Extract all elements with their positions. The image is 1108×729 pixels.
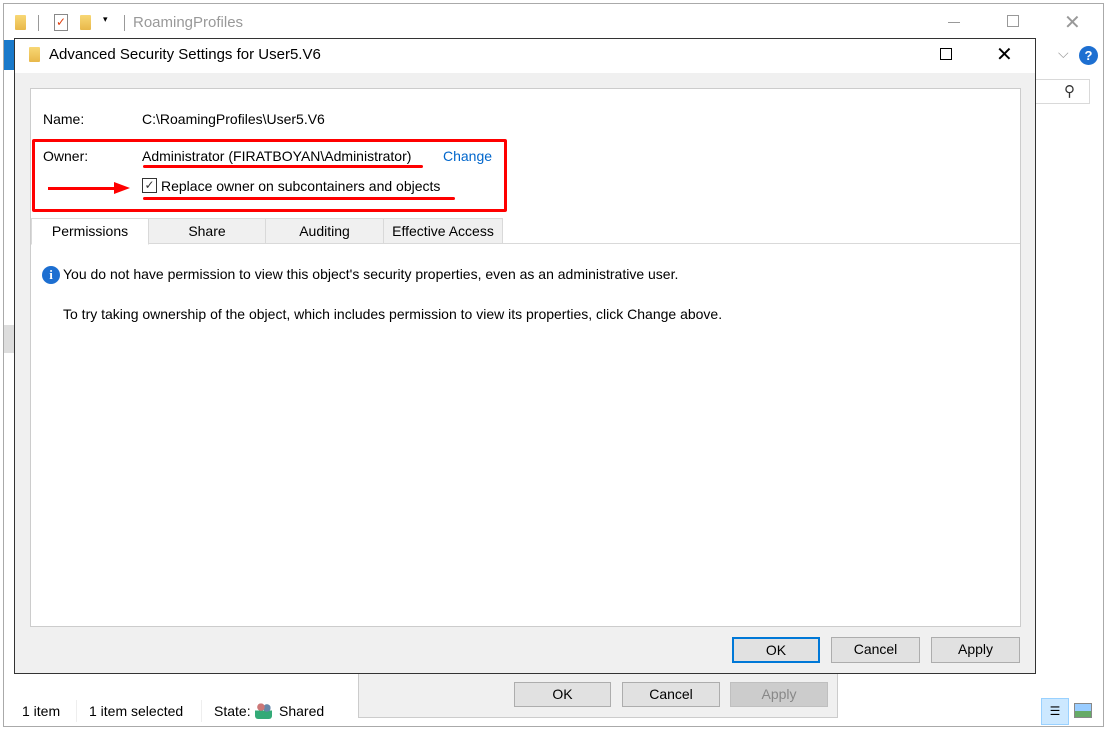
new-folder-icon[interactable] [80,15,91,30]
name-label: Name: [43,111,85,127]
properties-icon[interactable]: ✓ [54,14,68,31]
shared-users-icon [255,702,272,719]
separator [124,15,125,31]
expand-ribbon-icon[interactable]: ⌵ [1058,45,1069,62]
info-icon: i [42,266,60,284]
close-button[interactable]: ✕ [1064,10,1081,35]
name-value: C:\RoamingProfiles\User5.V6 [142,111,325,127]
tab-divider [148,243,1020,244]
annotation-underline [143,197,455,200]
tab-effective-access[interactable]: Effective Access [383,218,503,244]
folder-icon [29,47,40,62]
details-view-button[interactable]: ☰ [1041,698,1069,725]
back-apply-button: Apply [730,682,828,707]
annotation-box [32,139,507,212]
back-ok-button[interactable]: OK [514,682,611,707]
tab-auditing[interactable]: Auditing [265,218,384,244]
tab-permissions[interactable]: Permissions [31,218,149,245]
status-state-label: State: [214,703,251,719]
help-icon[interactable]: ? [1079,46,1098,65]
dialog-title: Advanced Security Settings for User5.V6 [49,46,321,63]
status-state-value: Shared [279,703,325,719]
nav-pane-selection [4,325,14,353]
separator [76,700,77,722]
search-icon: ⚲ [1064,83,1075,100]
separator [38,15,39,31]
tab-share[interactable]: Share [148,218,266,244]
back-cancel-button[interactable]: Cancel [622,682,720,707]
large-icons-view-button[interactable] [1074,703,1092,718]
status-selected: 1 item selected [89,703,184,719]
dialog-close-button[interactable]: ✕ [996,42,1013,67]
apply-button[interactable]: Apply [931,637,1020,663]
take-ownership-message: To try taking ownership of the object, w… [63,306,723,322]
status-item-count: 1 item [22,703,61,719]
cancel-button[interactable]: Cancel [831,637,920,663]
annotation-arrowhead [114,182,130,194]
annotation-underline [143,165,423,168]
minimize-button[interactable] [948,22,960,23]
folder-icon [15,15,26,30]
ok-button[interactable]: OK [732,637,820,663]
explorer-title: RoamingProfiles [133,14,244,31]
dialog-maximize-button[interactable] [940,48,952,60]
maximize-button[interactable] [1007,15,1019,27]
customize-toolbar-icon[interactable]: ▾ [103,14,108,25]
search-box[interactable] [1035,79,1090,104]
no-permission-message: You do not have permission to view this … [63,266,679,282]
separator [201,700,202,722]
annotation-arrow [48,187,118,190]
ribbon-tab-highlight [4,40,14,70]
